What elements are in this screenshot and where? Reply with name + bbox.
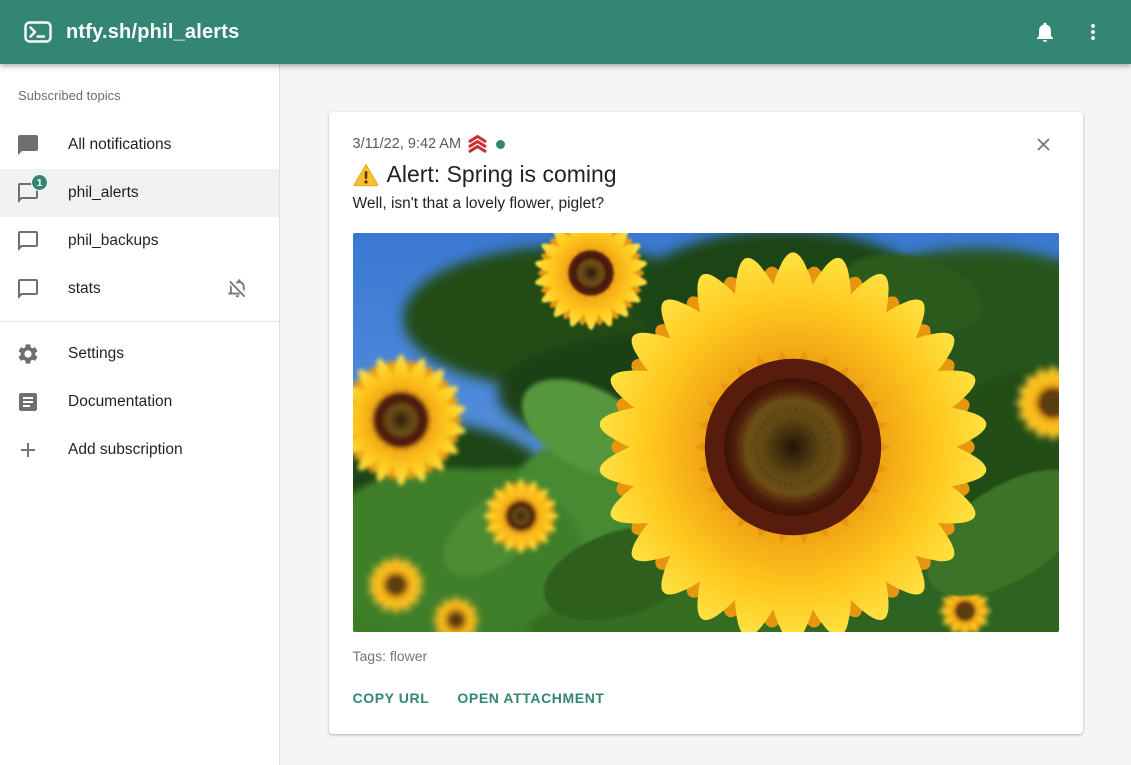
- sidebar-item-label: phil_backups: [68, 232, 158, 250]
- sidebar-item-label: All notifications: [68, 136, 171, 154]
- sidebar-item-label: Add subscription: [68, 441, 183, 459]
- attachment-image-sunflowers[interactable]: [353, 233, 1059, 632]
- main-content: 3/11/22, 9:42 AM: [280, 64, 1131, 765]
- notifications-off-icon: [225, 277, 249, 301]
- overflow-menu-button[interactable]: [1069, 8, 1117, 56]
- notification-tags: Tags: flower: [353, 648, 1059, 664]
- notification-timestamp: 3/11/22, 9:42 AM: [353, 136, 462, 152]
- sidebar-item-phil-alerts[interactable]: 1 phil_alerts: [0, 169, 279, 217]
- chat-bubble-outline-icon: [16, 229, 40, 253]
- sidebar-item-add-subscription[interactable]: Add subscription: [0, 426, 279, 474]
- sidebar-item-phil-backups[interactable]: phil_backups: [0, 217, 279, 265]
- kebab-menu-icon: [1081, 20, 1105, 44]
- sidebar-item-label: Documentation: [68, 393, 172, 411]
- sidebar-item-label: Settings: [68, 345, 124, 363]
- close-notification-button[interactable]: [1033, 132, 1057, 156]
- sidebar-item-stats[interactable]: stats: [0, 265, 279, 313]
- sidebar-item-all-notifications[interactable]: All notifications: [0, 121, 279, 169]
- warning-emoji-icon: [353, 163, 379, 187]
- open-attachment-button[interactable]: OPEN ATTACHMENT: [457, 690, 604, 706]
- unread-dot: [496, 140, 505, 149]
- priority-max-icon: [467, 134, 488, 154]
- notification-body: Well, isn't that a lovely flower, piglet…: [353, 195, 1059, 213]
- sidebar-item-label: phil_alerts: [68, 184, 139, 202]
- chat-bubble-outline-icon: [16, 277, 40, 301]
- chat-bubble-filled-icon: [16, 133, 40, 157]
- notification-card: 3/11/22, 9:42 AM: [329, 112, 1083, 734]
- article-icon: [16, 390, 40, 414]
- subscribed-topics-label: Subscribed topics: [0, 88, 279, 103]
- sidebar: Subscribed topics All notifications 1 ph…: [0, 64, 280, 765]
- terminal-logo-icon: [24, 21, 52, 43]
- sidebar-divider: [0, 321, 279, 322]
- plus-icon: [16, 438, 40, 462]
- app-title: ntfy.sh/phil_alerts: [66, 21, 239, 44]
- copy-url-button[interactable]: COPY URL: [353, 690, 430, 706]
- chat-bubble-outline-icon: 1: [16, 181, 40, 205]
- bell-icon: [1033, 20, 1057, 44]
- notifications-bell-button[interactable]: [1021, 8, 1069, 56]
- notification-title: Alert: Spring is coming: [353, 161, 1059, 188]
- sidebar-item-settings[interactable]: Settings: [0, 330, 279, 378]
- gear-icon: [16, 342, 40, 366]
- close-icon: [1033, 134, 1057, 155]
- unread-count-badge: 1: [31, 174, 48, 191]
- sidebar-item-label: stats: [68, 280, 101, 298]
- app-bar: ntfy.sh/phil_alerts: [0, 0, 1131, 64]
- sidebar-item-documentation[interactable]: Documentation: [0, 378, 279, 426]
